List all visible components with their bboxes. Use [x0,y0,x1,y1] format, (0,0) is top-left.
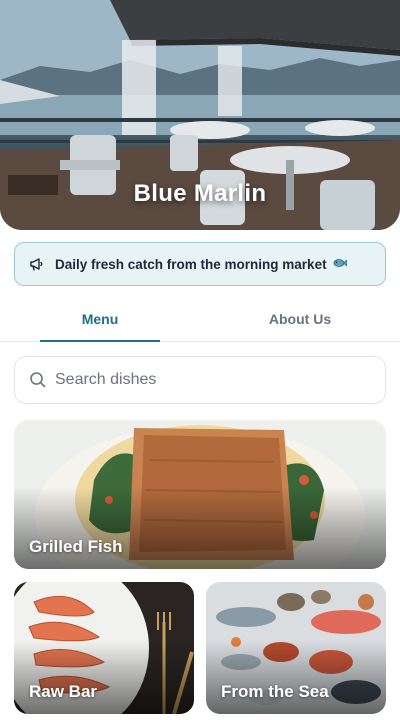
category-label: Grilled Fish [29,537,123,556]
announcement-banner: Daily fresh catch from the morning marke… [14,242,386,286]
hero-image: Blue Marlin [0,0,400,230]
restaurant-name: Blue Marlin [133,180,267,207]
category-label: Raw Bar [29,682,98,701]
tab-bar: Menu About Us [0,296,400,342]
search-icon [29,371,47,389]
search-bar [14,356,386,404]
banner-text: Daily fresh catch from the morning marke… [55,256,327,272]
megaphone-icon [29,256,45,272]
fish-emoji-icon [333,257,347,272]
category-card-raw-bar[interactable]: Raw Bar [14,582,194,714]
category-card-grilled-fish[interactable]: Grilled Fish [14,420,386,569]
tab-menu[interactable]: Menu [0,296,200,342]
search-input[interactable] [55,371,371,389]
category-card-from-the-sea[interactable]: From the Sea [206,582,386,714]
category-label: From the Sea [221,682,329,701]
tab-about-us[interactable]: About Us [200,296,400,341]
